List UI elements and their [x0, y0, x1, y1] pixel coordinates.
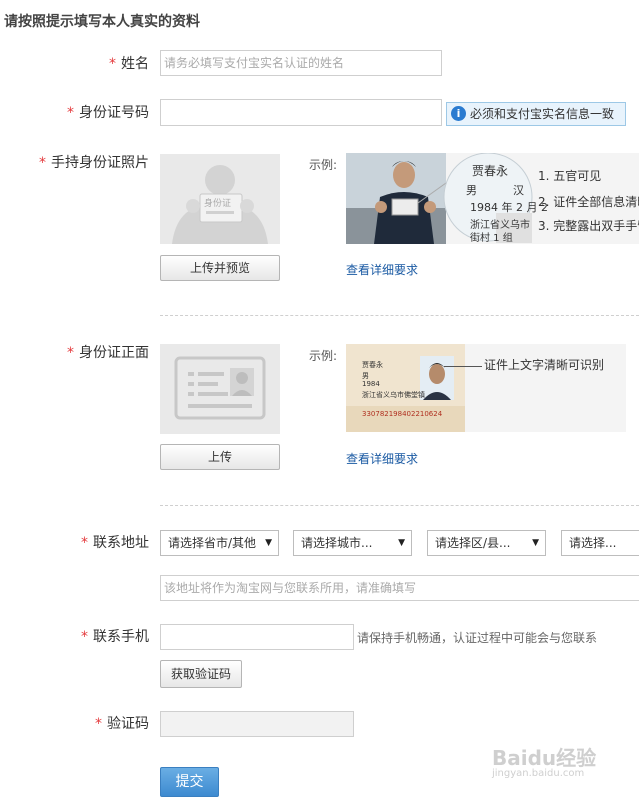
province-select[interactable]: 请选择省市/其他 ▼	[160, 530, 279, 556]
example-front-address: 浙江省义乌市佛堂镇	[362, 391, 425, 399]
placeholder-card-text: 身份证	[204, 197, 231, 209]
example-card-village: 街村 1 组	[470, 233, 513, 244]
dropdown-arrow-icon: ▼	[532, 538, 539, 548]
upload-button[interactable]: 上传	[160, 444, 280, 470]
dropdown-arrow-icon: ▼	[398, 538, 405, 548]
example-card-ethnicity: 汉	[513, 184, 524, 197]
id-front-example-card	[346, 344, 465, 432]
verify-code-label: * 验证码	[95, 716, 149, 732]
example-card-name: 贾春永	[472, 164, 509, 178]
handheld-photo-placeholder: 身份证	[160, 154, 280, 244]
example-card-birth: 1984 年 2 月 2	[470, 201, 548, 214]
submit-button[interactable]: 提交	[160, 767, 219, 797]
verify-code-input[interactable]	[160, 711, 354, 737]
page-title: 请按照提示填写本人真实的资料	[4, 14, 200, 30]
id-number-hint: i 必须和支付宝实名信息一致	[446, 102, 626, 126]
info-icon: i	[451, 106, 466, 121]
id-number-input[interactable]	[160, 99, 442, 126]
get-code-button[interactable]: 获取验证码	[160, 660, 242, 688]
street-select[interactable]: 请选择...	[561, 530, 639, 556]
name-input[interactable]: 请务必填写支付宝实名认证的姓名	[160, 50, 442, 76]
id-number-label: * 身份证号码	[67, 105, 149, 121]
handheld-details-link[interactable]: 查看详细要求	[346, 261, 418, 278]
handheld-photo-label: * 手持身份证照片	[39, 155, 149, 171]
id-front-details-link[interactable]: 查看详细要求	[346, 450, 418, 467]
callout-line	[444, 366, 482, 367]
id-front-example-image: 贾春永 男 1984 浙江省义乌市佛堂镇 330782198402210624 …	[346, 344, 626, 432]
example-front-birth: 1984	[362, 380, 380, 388]
example-front-callout: 证件上文字清晰可识别	[484, 358, 605, 372]
id-front-example-label: 示例:	[309, 349, 338, 363]
tip-3: 3. 完整露出双手手臂	[538, 219, 639, 233]
phone-note: 请保持手机畅通，认证过程中可能会与您联系	[357, 631, 598, 645]
address-placeholder: 该地址将作为淘宝网与您联系所用，请准确填写	[164, 581, 417, 595]
address-detail-input[interactable]: 该地址将作为淘宝网与您联系所用，请准确填写	[160, 575, 639, 601]
city-select[interactable]: 请选择城市... ▼	[293, 530, 412, 556]
id-front-label: * 身份证正面	[67, 345, 149, 361]
district-select[interactable]: 请选择区/县... ▼	[427, 530, 546, 556]
section-divider	[160, 505, 639, 506]
person-holding-card-icon: 身份证	[172, 165, 268, 244]
address-label: * 联系地址	[81, 535, 149, 551]
watermark-url: jingyan.baidu.com	[492, 768, 585, 779]
dropdown-arrow-icon: ▼	[265, 538, 272, 548]
section-divider	[160, 315, 639, 316]
id-front-placeholder	[160, 344, 280, 434]
baidu-watermark: Baidu经验	[492, 746, 597, 770]
id-card-icon	[174, 356, 266, 420]
phone-input[interactable]	[160, 624, 354, 650]
handheld-example-label: 示例:	[309, 158, 338, 172]
upload-preview-button[interactable]: 上传并预览	[160, 255, 280, 281]
tip-2: 2. 证件全部信息清晰	[538, 195, 639, 209]
tip-1: 1. 五官可见	[538, 169, 602, 183]
phone-label: * 联系手机	[81, 629, 149, 645]
name-placeholder: 请务必填写支付宝实名认证的姓名	[164, 56, 345, 70]
example-front-name: 贾春永	[362, 361, 383, 369]
example-front-number: 330782198402210624	[362, 410, 443, 418]
example-card-sex: 男	[466, 184, 477, 197]
name-label: * 姓名	[109, 56, 149, 72]
handheld-example-image: 贾春永 男 汉 1984 年 2 月 2 浙江省义乌市 街村 1 组 1. 五官…	[346, 153, 639, 244]
